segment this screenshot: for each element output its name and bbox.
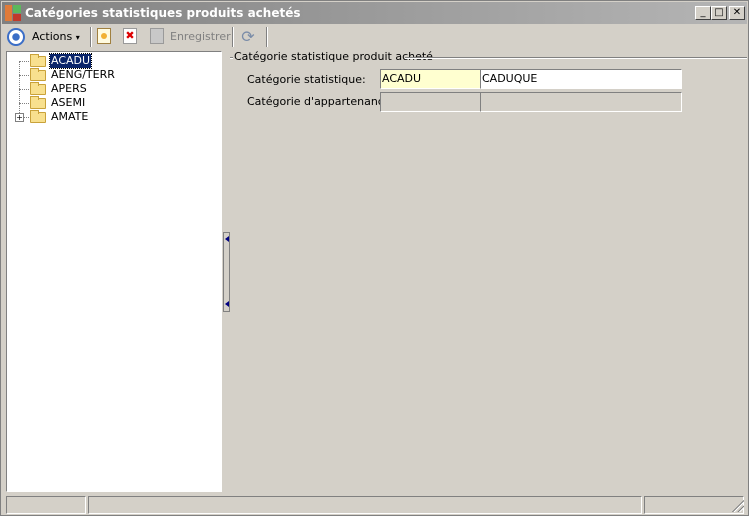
status-panel <box>644 496 744 514</box>
toolbar-separator <box>90 27 92 47</box>
actions-menu-button[interactable]: Actions ▾ <box>32 29 80 45</box>
folder-icon <box>30 96 46 109</box>
tree-item-label: APERS <box>51 82 87 95</box>
collapse-left-icon[interactable] <box>225 236 229 242</box>
close-button[interactable]: ✕ <box>729 6 745 20</box>
stat-category-code-field[interactable]: ACADU <box>380 69 481 89</box>
stat-category-label: Catégorie statistique: <box>247 73 366 86</box>
save-icon <box>150 28 164 44</box>
status-panel <box>88 496 642 514</box>
group-border <box>230 57 233 59</box>
title-bar[interactable]: Catégories statistiques produits achetés… <box>2 2 747 24</box>
toolbar-separator <box>232 27 234 47</box>
window-title: Catégories statistiques produits achetés <box>25 6 301 20</box>
parent-category-code-field <box>380 92 481 112</box>
refresh-icon[interactable]: ⟳ <box>239 28 257 46</box>
delete-icon[interactable]: ✖ <box>123 28 137 44</box>
expand-icon[interactable]: + <box>15 113 24 122</box>
parent-category-desc-field <box>480 92 682 112</box>
stat-category-desc-field[interactable]: CADUQUE <box>480 69 682 89</box>
category-tree[interactable]: ACADU AENG/TERR APERS ASEMI + AMATE <box>6 51 222 492</box>
save-button-label: Enregistrer <box>170 30 231 43</box>
folder-open-icon <box>30 54 46 67</box>
tree-item-label: AMATE <box>51 110 89 123</box>
resize-grip-icon[interactable] <box>732 500 744 512</box>
tree-connector <box>19 61 20 119</box>
status-bar <box>2 494 747 515</box>
panel-splitter[interactable] <box>223 232 230 312</box>
tree-item-label: ASEMI <box>51 96 86 109</box>
tree-item-label: ACADU <box>48 53 93 69</box>
group-title: Catégorie statistique produit acheté <box>234 50 433 63</box>
folder-icon <box>30 68 46 81</box>
toolbar-separator <box>266 27 268 47</box>
parent-category-label: Catégorie d'appartenance: <box>247 95 395 108</box>
app-icon <box>5 5 21 21</box>
main-window: Catégories statistiques produits achetés… <box>0 0 749 516</box>
group-border <box>405 57 747 59</box>
tree-item-label: AENG/TERR <box>51 68 115 81</box>
status-panel <box>6 496 86 514</box>
globe-icon[interactable] <box>7 28 25 46</box>
minimize-button[interactable]: _ <box>695 6 711 20</box>
chevron-down-icon: ▾ <box>75 33 80 42</box>
folder-icon <box>30 110 46 123</box>
folder-icon <box>30 82 46 95</box>
maximize-button[interactable]: □ <box>711 6 727 20</box>
collapse-left-icon[interactable] <box>225 301 229 307</box>
toolbar: Actions ▾ ✖ Enregistrer ⟳ <box>2 25 747 49</box>
actions-label: Actions <box>32 30 73 43</box>
new-record-icon[interactable] <box>97 28 111 44</box>
